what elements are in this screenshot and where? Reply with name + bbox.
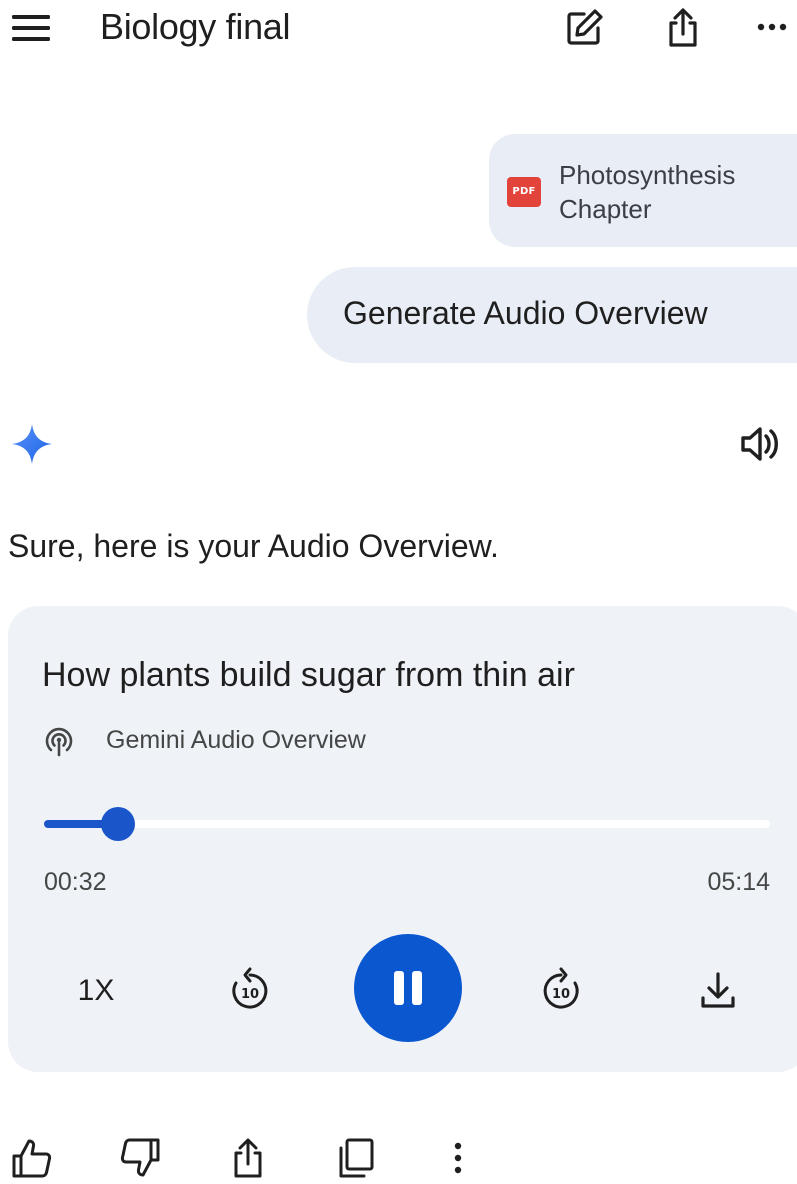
attachment-name: Photosynthesis Chapter [559, 160, 736, 224]
attachment-chip[interactable]: PDF Photosynthesis Chapter [489, 134, 797, 247]
user-prompt-bubble: Generate Audio Overview [307, 267, 797, 363]
read-aloud-speaker-icon[interactable] [738, 422, 784, 466]
forward-10-label: 10 [552, 987, 570, 1002]
replay-10-icon[interactable]: 10 [225, 966, 275, 1016]
more-vert-icon[interactable] [436, 1136, 480, 1180]
thumbs-down-icon[interactable] [118, 1136, 162, 1180]
share-icon[interactable] [226, 1136, 270, 1180]
user-prompt-text: Generate Audio Overview [343, 295, 708, 331]
total-duration: 05:14 [707, 868, 770, 896]
copy-icon[interactable] [334, 1136, 378, 1180]
more-horiz-icon[interactable] [752, 12, 792, 42]
forward-10-icon[interactable]: 10 [536, 966, 586, 1016]
top-app-bar: Biology final [0, 0, 797, 58]
progress-slider[interactable] [44, 807, 770, 841]
audio-overview-card: How plants build sugar from thin air Gem… [8, 606, 797, 1072]
podcast-icon [42, 724, 76, 758]
download-icon[interactable] [693, 966, 743, 1016]
elapsed-time: 00:32 [44, 868, 107, 896]
pause-icon-bar [412, 971, 422, 1005]
replay-10-label: 10 [241, 987, 259, 1002]
audio-title: How plants build sugar from thin air [42, 656, 575, 694]
playback-speed-button[interactable]: 1X [58, 966, 134, 1016]
hamburger-menu-icon[interactable] [10, 10, 54, 46]
thumbs-up-icon[interactable] [10, 1136, 54, 1180]
chat-title: Biology final [100, 6, 291, 47]
pdf-file-icon: PDF [507, 177, 541, 207]
edit-chat-icon[interactable] [562, 6, 606, 50]
gemini-spark-icon [10, 422, 54, 466]
pause-icon [394, 971, 404, 1005]
share-icon[interactable] [661, 6, 705, 50]
pause-button[interactable] [354, 934, 462, 1042]
response-actions [0, 1128, 797, 1184]
response-text: Sure, here is your Audio Overview. [8, 528, 499, 564]
progress-thumb[interactable] [101, 807, 136, 841]
source-label: Gemini Audio Overview [106, 726, 366, 754]
